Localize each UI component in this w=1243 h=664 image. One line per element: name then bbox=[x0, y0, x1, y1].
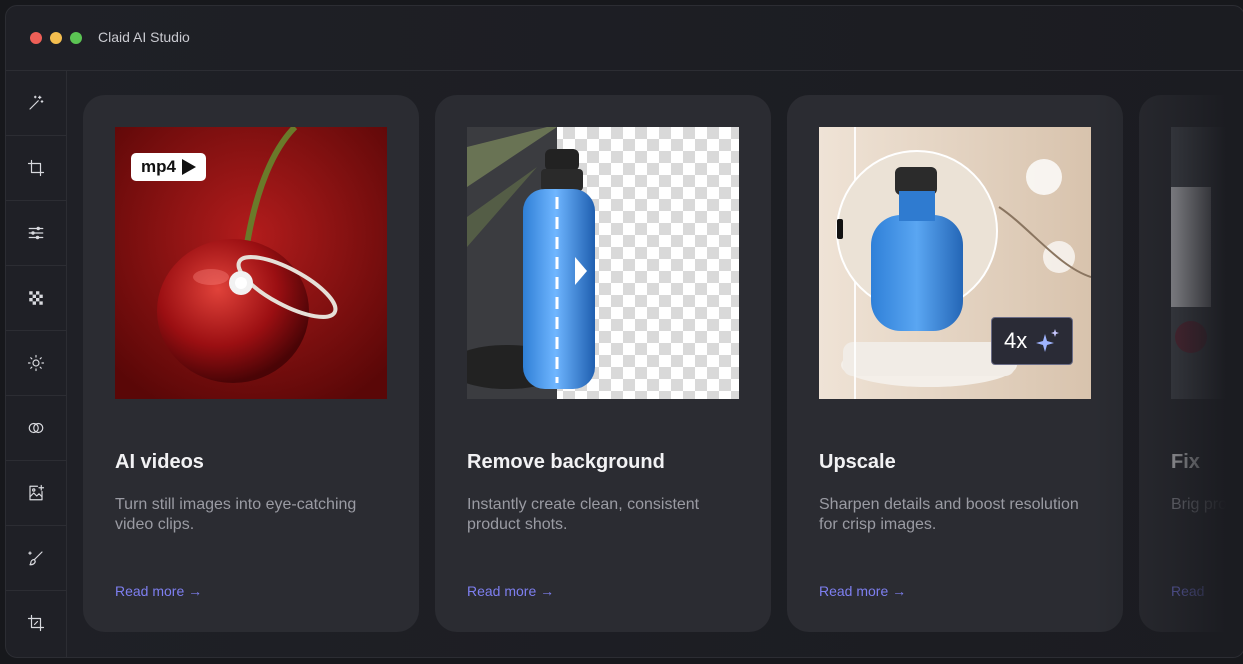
read-more-link[interactable]: Read bbox=[1171, 583, 1204, 599]
sidebar-item-background[interactable] bbox=[6, 266, 66, 331]
sidebar-item-crop[interactable] bbox=[6, 136, 66, 201]
upscale-badge: 4x bbox=[991, 317, 1073, 365]
card-description: Sharpen details and boost resolution for… bbox=[819, 496, 1079, 533]
play-icon bbox=[181, 159, 196, 175]
sidebar-item-light[interactable] bbox=[6, 331, 66, 396]
card-upscale[interactable]: 4x Upscale Sharpen details and boost res… bbox=[787, 95, 1123, 632]
app-title: Claid AI Studio bbox=[98, 29, 190, 45]
card-title: AI videos bbox=[115, 451, 204, 473]
read-more-link[interactable]: Read more → bbox=[115, 583, 202, 599]
card-remove-background[interactable]: Remove background Instantly create clean… bbox=[435, 95, 771, 632]
card-description: Turn still images into eye-catching vide… bbox=[115, 496, 357, 533]
magic-wand-icon bbox=[29, 95, 44, 110]
card-description: Instantly create clean, consistent produ… bbox=[467, 496, 700, 533]
mp4-badge: mp4 bbox=[131, 153, 206, 181]
card-fix[interactable]: Fix Brig prof Read bbox=[1139, 95, 1243, 632]
card-title: Remove background bbox=[467, 451, 665, 473]
sidebar-item-crop-alt[interactable] bbox=[6, 591, 66, 655]
sidebar bbox=[6, 71, 67, 657]
crop-icon bbox=[27, 159, 45, 177]
card-title: Upscale bbox=[819, 451, 896, 473]
maximize-window-button[interactable] bbox=[70, 32, 82, 44]
toggle-icon bbox=[28, 422, 44, 434]
title-bar: Claid AI Studio bbox=[6, 6, 1243, 71]
app-window: Claid AI Studio mp4 AI videos Turn still… bbox=[5, 5, 1243, 658]
read-more-link[interactable]: Read more → bbox=[467, 583, 554, 599]
brightness-icon bbox=[27, 354, 45, 372]
sidebar-item-magic[interactable] bbox=[6, 71, 66, 136]
sparkle-icon bbox=[1036, 329, 1060, 352]
card-image-ai-videos: mp4 bbox=[115, 127, 387, 399]
card-image-upscale: 4x bbox=[819, 127, 1091, 399]
card-image-fix bbox=[1171, 127, 1243, 399]
close-window-button[interactable] bbox=[30, 32, 42, 44]
minimize-window-button[interactable] bbox=[50, 32, 62, 44]
read-more-link[interactable]: Read more → bbox=[819, 583, 906, 599]
card-title: Fix bbox=[1171, 451, 1200, 473]
sidebar-item-brush[interactable] bbox=[6, 526, 66, 591]
sliders-icon bbox=[28, 226, 44, 240]
sidebar-item-adjust[interactable] bbox=[6, 201, 66, 266]
sidebar-item-toggle[interactable] bbox=[6, 396, 66, 461]
sidebar-item-image[interactable] bbox=[6, 461, 66, 526]
card-image-remove-background bbox=[467, 127, 739, 399]
brush-icon bbox=[28, 551, 43, 566]
card-ai-videos[interactable]: mp4 AI videos Turn still images into eye… bbox=[83, 95, 419, 632]
image-add-icon bbox=[29, 484, 45, 501]
feature-carousel: mp4 AI videos Turn still images into eye… bbox=[67, 71, 1243, 657]
card-description: Brig prof bbox=[1171, 496, 1232, 513]
crop-alt-icon bbox=[27, 614, 45, 632]
checkerboard-icon bbox=[29, 291, 43, 305]
